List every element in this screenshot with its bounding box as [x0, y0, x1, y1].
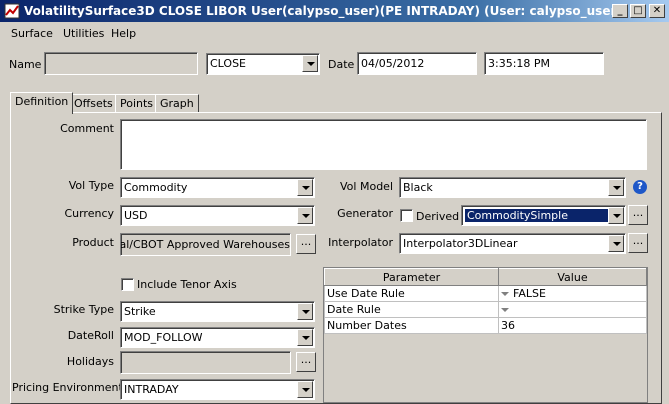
pricing-set-dropdown[interactable]: CLOSE: [206, 53, 320, 75]
interpolator-label: Interpolator: [328, 236, 393, 249]
table-row[interactable]: Number Dates 36: [324, 317, 647, 334]
help-icon[interactable]: ?: [633, 180, 647, 194]
pricing-set-value: CLOSE: [210, 57, 247, 70]
menu-utilities[interactable]: Utilities: [63, 27, 104, 40]
interpolator-dropdown[interactable]: Interpolator3DLinear: [399, 233, 626, 254]
chevron-down-icon[interactable]: [297, 381, 313, 398]
dropdown-triangle-icon: [501, 292, 509, 296]
tab-definition[interactable]: Definition: [10, 92, 74, 114]
vol-type-label: Vol Type: [68, 179, 114, 192]
chevron-down-icon[interactable]: [297, 303, 313, 320]
strike-type-dropdown[interactable]: Strike: [120, 301, 315, 322]
derived-label: Derived: [416, 210, 460, 223]
generator-dropdown[interactable]: CommoditySimple: [461, 205, 626, 226]
chevron-down-icon[interactable]: [302, 55, 318, 72]
name-label: Name: [9, 58, 42, 71]
comment-textarea[interactable]: [120, 119, 647, 170]
window-title: VolatilitySurface3D CLOSE LIBOR User(cal…: [24, 4, 622, 18]
table-header-row: Parameter Value: [324, 268, 647, 286]
param-name-cell[interactable]: Use Date Rule: [324, 285, 499, 302]
table-row[interactable]: Use Date Rule FALSE: [324, 285, 647, 302]
vol-model-value: Black: [403, 181, 433, 194]
generator-value: CommoditySimple: [465, 209, 609, 222]
app-icon: [4, 3, 20, 19]
parameters-table-container: Parameter Value Use Date Rule FALSE Date…: [323, 267, 648, 403]
generator-browse-button[interactable]: ...: [628, 205, 648, 225]
param-value-text: FALSE: [513, 287, 546, 300]
vol-type-dropdown[interactable]: Commodity: [120, 177, 315, 198]
derived-checkbox[interactable]: [400, 209, 413, 222]
pricing-environment-dropdown[interactable]: INTRADAY: [120, 379, 315, 400]
comment-label: Comment: [60, 122, 114, 135]
strike-type-label: Strike Type: [53, 303, 114, 316]
dropdown-triangle-icon: [501, 308, 509, 312]
include-tenor-checkbox[interactable]: [121, 278, 134, 291]
param-name-cell[interactable]: Date Rule: [324, 301, 499, 318]
vol-type-value: Commodity: [124, 181, 188, 194]
date-field[interactable]: 04/05/2012: [357, 52, 477, 75]
product-label: Product: [72, 236, 114, 249]
pricing-environment-value: INTRADAY: [124, 383, 179, 396]
column-header-parameter[interactable]: Parameter: [324, 268, 499, 286]
vol-model-dropdown[interactable]: Black: [399, 177, 626, 198]
menu-surface[interactable]: Surface: [11, 27, 53, 40]
interpolator-value: Interpolator3DLinear: [403, 237, 518, 250]
table-row[interactable]: Date Rule: [324, 301, 647, 318]
param-value-cell[interactable]: FALSE: [498, 285, 647, 302]
name-field[interactable]: [44, 52, 198, 75]
date-label: Date: [328, 58, 355, 71]
dateroll-label: DateRoll: [67, 329, 114, 342]
interpolator-browse-button[interactable]: ...: [628, 233, 648, 253]
holidays-browse-button[interactable]: ...: [296, 352, 316, 372]
maximize-button[interactable]: □: [630, 4, 646, 18]
product-field[interactable]: Meal/CBOT Approved Warehouses: [120, 233, 291, 256]
parameters-table: Parameter Value Use Date Rule FALSE Date…: [324, 268, 647, 334]
chevron-down-icon[interactable]: [297, 179, 313, 196]
currency-value: USD: [124, 209, 148, 222]
dateroll-value: MOD_FOLLOW: [124, 331, 203, 344]
vol-model-label: Vol Model: [340, 180, 393, 193]
currency-label: Currency: [64, 207, 114, 220]
tab-offsets[interactable]: Offsets: [69, 94, 118, 113]
strike-type-value: Strike: [124, 305, 156, 318]
param-value-cell[interactable]: 36: [498, 317, 647, 334]
chevron-down-icon[interactable]: [297, 207, 313, 224]
minimize-button[interactable]: _: [612, 4, 628, 18]
holidays-field[interactable]: [120, 351, 291, 374]
close-button[interactable]: ✕: [649, 4, 665, 18]
chevron-down-icon[interactable]: [608, 235, 624, 252]
pricing-environment-label: Pricing Environment: [12, 381, 123, 394]
title-bar: VolatilitySurface3D CLOSE LIBOR User(cal…: [0, 0, 669, 22]
param-value-cell[interactable]: [498, 301, 647, 318]
column-header-value[interactable]: Value: [498, 268, 647, 286]
generator-label: Generator: [337, 207, 393, 220]
holidays-label: Holidays: [66, 355, 114, 368]
time-field[interactable]: 3:35:18 PM: [484, 52, 604, 75]
param-name-cell[interactable]: Number Dates: [324, 317, 499, 334]
tab-graph[interactable]: Graph: [155, 94, 199, 113]
tab-points[interactable]: Points: [115, 94, 159, 113]
include-tenor-label: Include Tenor Axis: [137, 278, 237, 291]
currency-dropdown[interactable]: USD: [120, 205, 315, 226]
chevron-down-icon[interactable]: [608, 207, 624, 224]
dateroll-dropdown[interactable]: MOD_FOLLOW: [120, 327, 315, 348]
product-browse-button[interactable]: ...: [296, 234, 316, 254]
chevron-down-icon[interactable]: [297, 329, 313, 346]
menu-help[interactable]: Help: [111, 27, 136, 40]
chevron-down-icon[interactable]: [608, 179, 624, 196]
